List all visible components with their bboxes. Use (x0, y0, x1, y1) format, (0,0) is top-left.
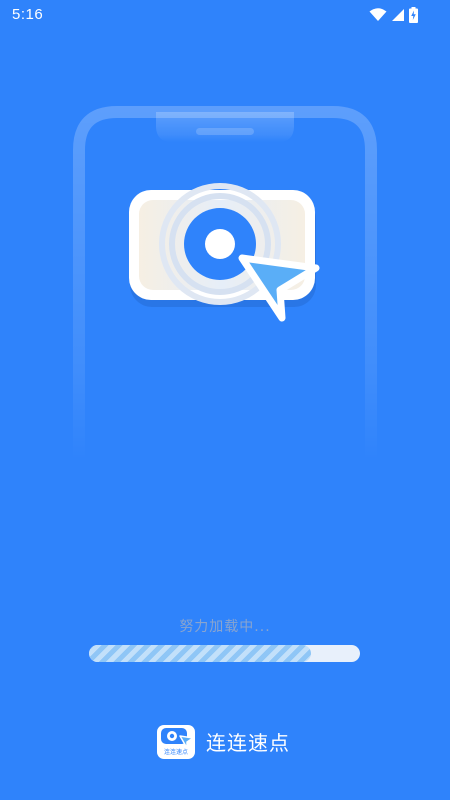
brand: 连连速点 连连速点 (156, 722, 290, 760)
phone-outline-illustration (73, 106, 377, 460)
hero-illustration (129, 183, 320, 322)
loading-text: 努力加载中... (179, 619, 271, 635)
app-logo: 连连速点 (156, 722, 196, 760)
brand-name: 连连速点 (206, 730, 290, 755)
progress-fill (89, 645, 312, 662)
logo-caption: 连连速点 (163, 749, 188, 756)
loading-progress-bar (89, 645, 360, 662)
